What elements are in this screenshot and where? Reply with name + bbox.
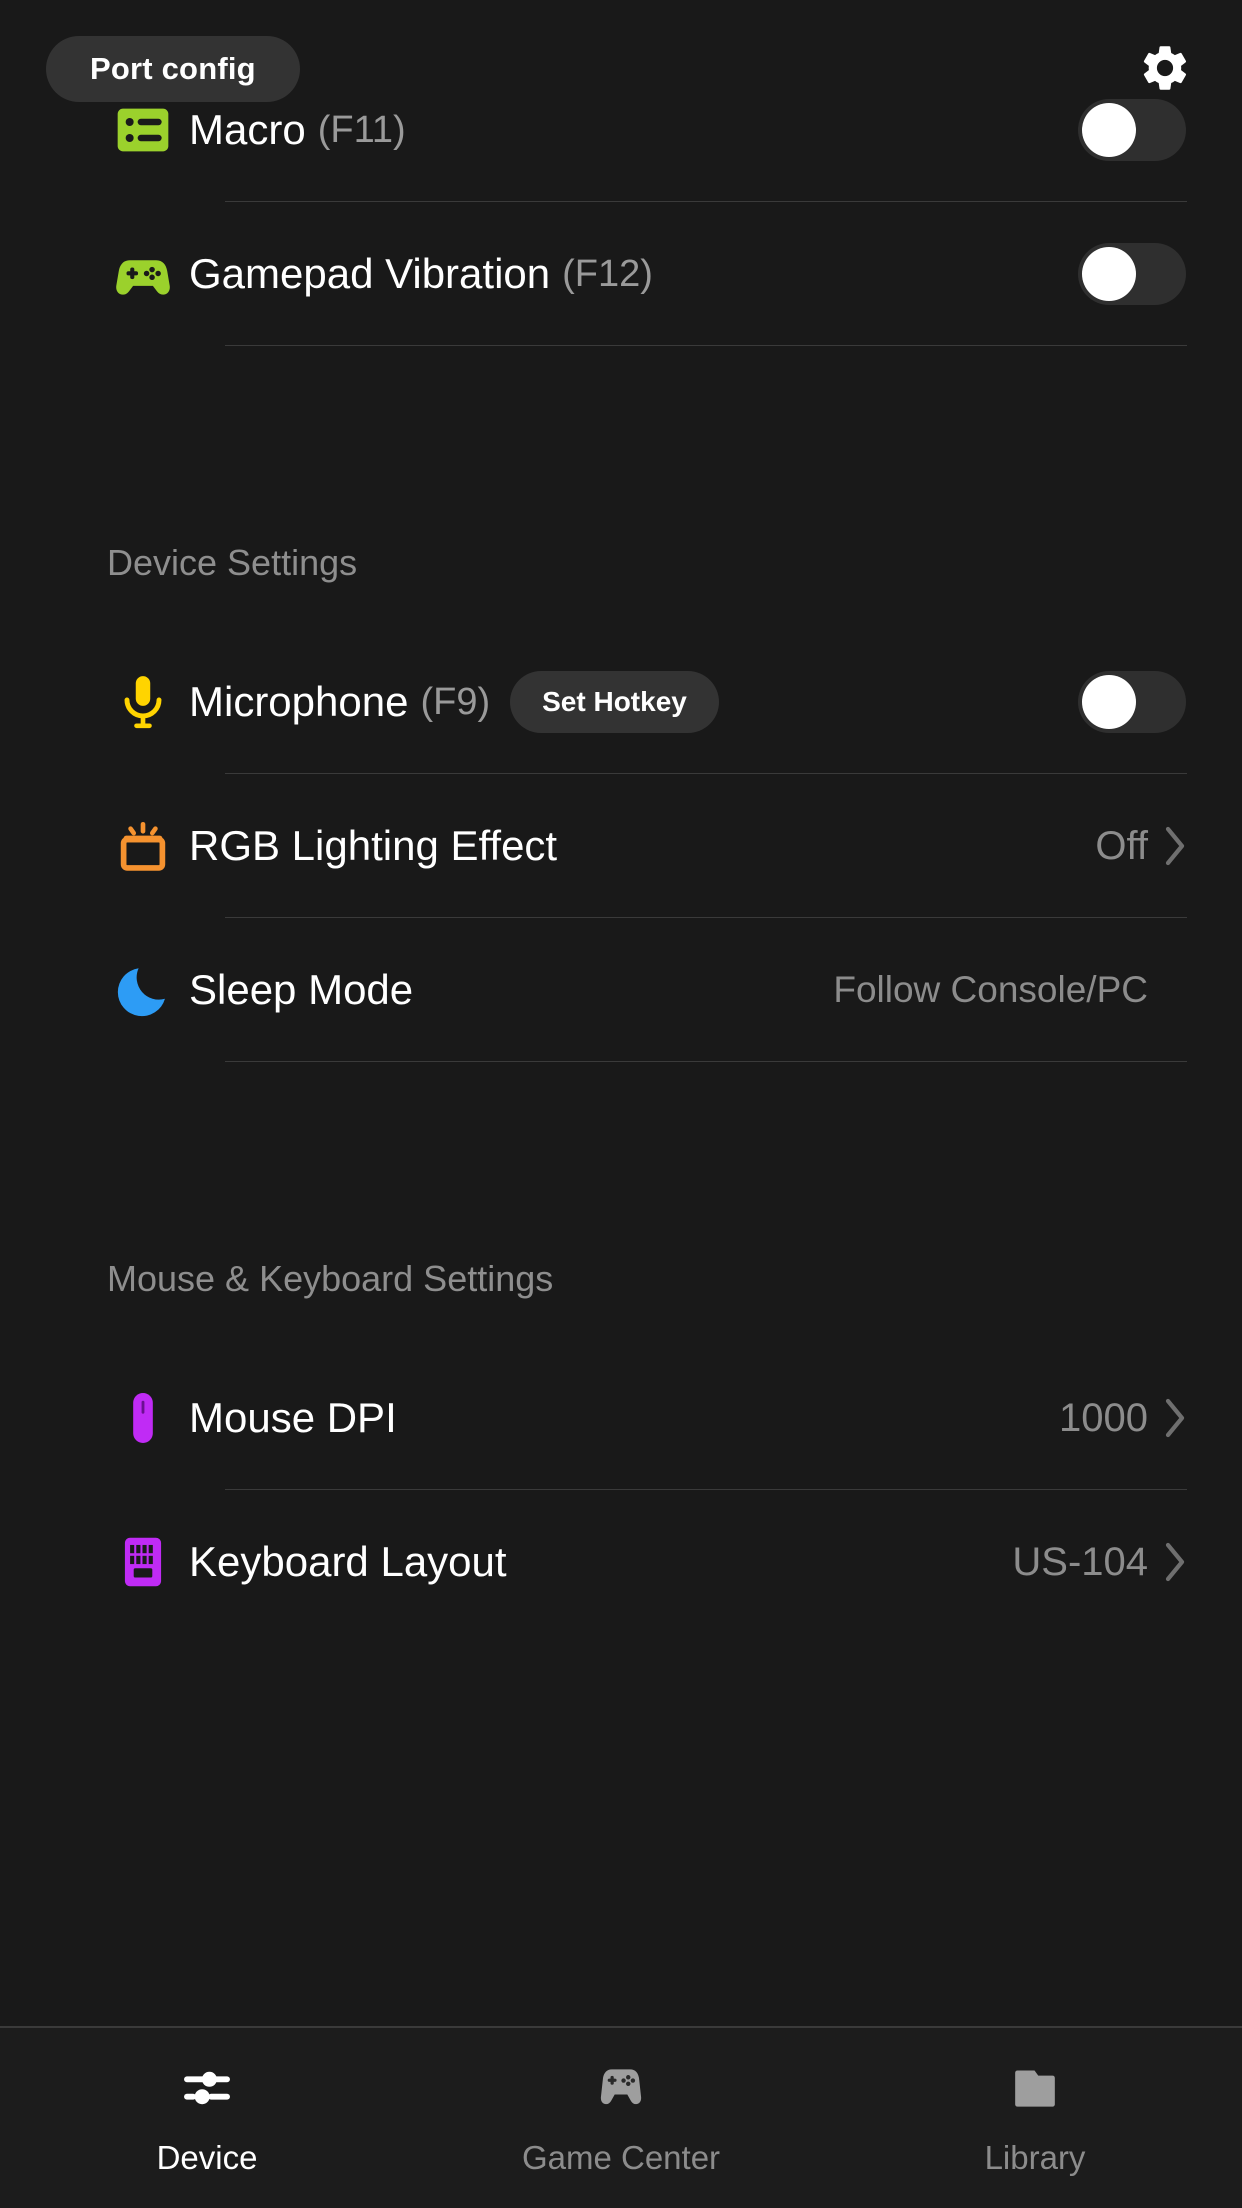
gamepad-vibration-toggle[interactable] xyxy=(1078,243,1186,305)
toggle-knob xyxy=(1082,675,1136,729)
mouse-icon xyxy=(107,1387,179,1449)
bottom-tab-bar: Device Game Center Library xyxy=(0,2026,1242,2208)
set-hotkey-button[interactable]: Set Hotkey xyxy=(510,671,719,733)
row-mouse-dpi[interactable]: Mouse DPI 1000 xyxy=(0,1346,1242,1490)
set-hotkey-label: Set Hotkey xyxy=(542,686,687,717)
row-macro[interactable]: Macro (F11) xyxy=(0,94,1242,202)
row-label: RGB Lighting Effect xyxy=(189,822,558,869)
row-gamepad-vibration[interactable]: Gamepad Vibration (F12) xyxy=(0,202,1242,346)
chevron-right-icon xyxy=(1165,1398,1185,1438)
tab-label: Game Center xyxy=(521,2139,721,2176)
row-keyboard-layout[interactable]: Keyboard Layout US-104 xyxy=(0,1490,1242,1634)
tab-label: Library xyxy=(984,2139,1086,2176)
row-label: Macro xyxy=(189,106,306,153)
moon-icon xyxy=(107,959,179,1021)
gamepad-icon xyxy=(107,241,179,307)
tab-label: Device xyxy=(156,2139,258,2176)
microphone-icon xyxy=(107,671,179,733)
toggle-knob xyxy=(1082,103,1136,157)
row-hotkey: (F12) xyxy=(562,252,653,295)
divider xyxy=(225,1061,1187,1062)
row-hotkey: (F11) xyxy=(317,108,406,151)
microphone-toggle[interactable] xyxy=(1078,671,1186,733)
row-label: Gamepad Vibration xyxy=(189,250,551,297)
port-config-button[interactable]: Port config xyxy=(46,36,300,102)
keyboard-icon xyxy=(107,1531,179,1593)
macro-list-icon xyxy=(107,98,179,162)
chevron-right-icon xyxy=(1165,1542,1185,1582)
app-screen: Port config Macro (F11) Gamepad Vibratio… xyxy=(0,0,1242,2208)
row-value: 1000 xyxy=(1059,1395,1148,1440)
row-value: Off xyxy=(1095,823,1148,868)
toggle-knob xyxy=(1082,247,1136,301)
settings-scroll-area[interactable]: Macro (F11) Gamepad Vibration (F12) Devi… xyxy=(0,94,1242,2026)
section-title-mouse-keyboard: Mouse & Keyboard Settings xyxy=(107,1258,554,1299)
divider xyxy=(225,345,1187,346)
row-label: Mouse DPI xyxy=(189,1394,397,1441)
row-label: Sleep Mode xyxy=(189,966,414,1013)
row-label: Microphone xyxy=(189,678,409,725)
sliders-icon xyxy=(178,2059,236,2117)
folder-icon xyxy=(1007,2059,1063,2117)
rgb-lamp-icon xyxy=(107,815,179,877)
chevron-right-icon xyxy=(1165,826,1185,866)
row-microphone[interactable]: Microphone (F9) Set Hotkey xyxy=(0,630,1242,774)
tab-game-center[interactable]: Game Center xyxy=(414,2028,828,2208)
settings-button[interactable] xyxy=(1130,33,1200,103)
row-hotkey: (F9) xyxy=(420,680,491,723)
tab-device[interactable]: Device xyxy=(0,2028,414,2208)
section-title-device-settings: Device Settings xyxy=(107,542,358,583)
gamepad-icon xyxy=(593,2059,649,2117)
row-value: US-104 xyxy=(1012,1539,1148,1584)
tab-library[interactable]: Library xyxy=(828,2028,1242,2208)
row-value: Follow Console/PC xyxy=(833,969,1148,1010)
port-config-label: Port config xyxy=(90,51,256,86)
macro-toggle[interactable] xyxy=(1078,99,1186,161)
gear-icon xyxy=(1143,46,1187,90)
row-label: Keyboard Layout xyxy=(189,1538,507,1585)
row-sleep-mode[interactable]: Sleep Mode Follow Console/PC xyxy=(0,918,1242,1062)
row-rgb-lighting-effect[interactable]: RGB Lighting Effect Off xyxy=(0,774,1242,918)
